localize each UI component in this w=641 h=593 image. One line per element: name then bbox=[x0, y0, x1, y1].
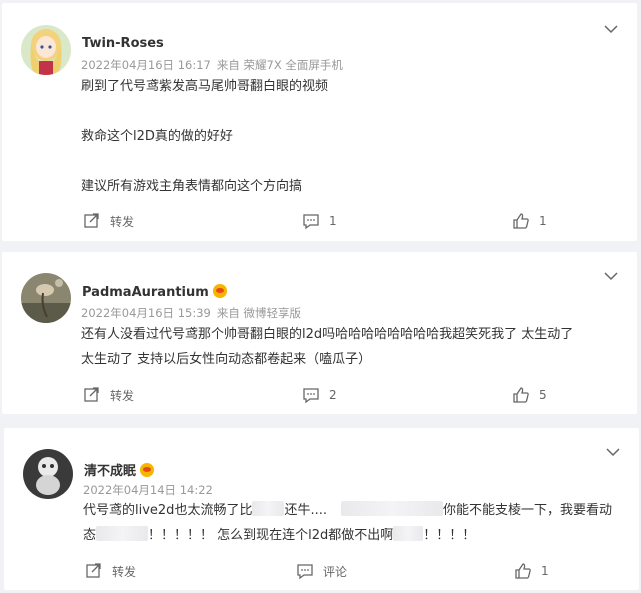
comment-line bbox=[81, 149, 328, 174]
comment-line bbox=[81, 99, 328, 124]
redacted-text bbox=[96, 526, 149, 541]
username[interactable]: 清不成眠 bbox=[84, 460, 155, 479]
comment-icon bbox=[303, 214, 319, 230]
comment-actions: 转发 1 1 bbox=[2, 212, 637, 232]
username-text: PadmaAurantium bbox=[82, 285, 209, 300]
comment-line: 救命这个l2D真的做的好好 bbox=[81, 129, 233, 144]
text-fragment: 你能不能支棱一下，我要看动 bbox=[442, 503, 612, 518]
comment-card: 清不成眠 2022年04月14日 14:22 代号鸢的live2d也太流畅了比 还… bbox=[4, 428, 639, 590]
like-count: 1 bbox=[541, 564, 549, 578]
comment-text: 刷到了代号鸢紫发高马尾帅哥翻白眼的视频 救命这个l2D真的做的好好 建议所有游戏… bbox=[81, 74, 328, 199]
text-fragment: 还牛.... bbox=[284, 503, 327, 518]
comment-meta: 2022年04月14日 14:22 bbox=[83, 482, 213, 498]
repost-label: 转发 bbox=[112, 564, 137, 579]
like-button[interactable]: 1 bbox=[514, 562, 549, 580]
avatar[interactable] bbox=[21, 273, 71, 323]
text-fragment: 代号鸢的live2d也太流畅了比 bbox=[83, 503, 253, 518]
redacted-text bbox=[340, 501, 443, 516]
repost-button[interactable]: 转发 bbox=[83, 386, 134, 404]
comment-actions: 转发 2 5 bbox=[2, 386, 637, 406]
comment-text: 还有人没看过代号鸢那个帅哥翻白眼的l2d吗哈哈哈哈哈哈哈哈我超笑死我了 太生动了… bbox=[81, 322, 573, 372]
comment-text: 代号鸢的live2d也太流畅了比 还牛.... 你能不能支棱一下，我要看动 态 ！！！… bbox=[83, 498, 612, 548]
comment-count: 2 bbox=[329, 388, 337, 402]
chevron-down-icon[interactable] bbox=[605, 444, 621, 460]
comment-meta: 2022年04月16日 16:17 来自 荣耀7X 全面屏手机 bbox=[81, 57, 343, 73]
comment-source: 来自 荣耀7X 全面屏手机 bbox=[216, 58, 343, 72]
like-count: 1 bbox=[539, 214, 547, 228]
like-button[interactable]: 1 bbox=[512, 212, 547, 230]
username[interactable]: Twin-Roses bbox=[82, 36, 164, 51]
like-count: 5 bbox=[539, 388, 547, 402]
comment-date: 2022年04月16日 15:39 bbox=[81, 306, 211, 320]
comment-icon bbox=[297, 564, 313, 580]
thumbs-up-icon bbox=[513, 387, 529, 403]
repost-icon bbox=[84, 387, 99, 402]
text-fragment: 态 bbox=[83, 528, 97, 543]
thumbs-up-icon bbox=[515, 563, 531, 579]
comment-line: 态 ！！！！！ 怎么到现在连个l2d都做不出啊 ！！！！ bbox=[83, 523, 612, 548]
verified-badge-icon bbox=[140, 463, 155, 477]
comment-actions: 转发 评论 1 bbox=[4, 562, 639, 582]
comment-date: 2022年04月14日 14:22 bbox=[83, 483, 213, 497]
thumbs-up-icon bbox=[513, 213, 529, 229]
repost-button[interactable]: 转发 bbox=[83, 212, 134, 230]
comment-button[interactable]: 1 bbox=[302, 212, 337, 230]
comment-date: 2022年04月16日 16:17 bbox=[81, 58, 211, 72]
repost-label: 转发 bbox=[110, 214, 135, 229]
repost-icon bbox=[84, 213, 99, 228]
comment-button[interactable]: 2 bbox=[302, 386, 337, 404]
redacted-text bbox=[393, 526, 424, 541]
username[interactable]: PadmaAurantium bbox=[82, 284, 227, 300]
repost-icon bbox=[86, 563, 101, 578]
verified-badge-icon bbox=[212, 284, 227, 298]
text-fragment: ！！！！！ 怎么到现在连个l2d都做不出啊 bbox=[148, 528, 394, 543]
like-button[interactable]: 5 bbox=[512, 386, 547, 404]
comment-line: 还有人没看过代号鸢那个帅哥翻白眼的l2d吗哈哈哈哈哈哈哈哈我超笑死我了 太生动了 bbox=[81, 327, 574, 342]
comment-card: Twin-Roses 2022年04月16日 16:17 来自 荣耀7X 全面屏手… bbox=[2, 3, 637, 241]
comment-label: 评论 bbox=[323, 564, 348, 579]
comment-source: 来自 微博轻享版 bbox=[216, 306, 301, 320]
comment-card: PadmaAurantium 2022年04月16日 15:39 来自 微博轻享版… bbox=[2, 252, 637, 414]
comment-line: 太生动了 支持以后女性向动态都卷起来（嗑瓜子） bbox=[81, 352, 372, 367]
comment-meta: 2022年04月16日 15:39 来自 微博轻享版 bbox=[81, 305, 301, 321]
comment-line: 代号鸢的live2d也太流畅了比 还牛.... 你能不能支棱一下，我要看动 bbox=[83, 498, 612, 523]
chevron-down-icon[interactable] bbox=[603, 268, 619, 284]
comment-count: 1 bbox=[329, 214, 337, 228]
avatar[interactable] bbox=[23, 449, 73, 499]
comment-icon bbox=[303, 388, 319, 404]
comment-line: 刷到了代号鸢紫发高马尾帅哥翻白眼的视频 bbox=[81, 79, 329, 94]
repost-button[interactable]: 转发 bbox=[85, 562, 136, 580]
text-fragment: ！！！！ bbox=[423, 528, 476, 543]
redacted-text bbox=[252, 501, 285, 516]
repost-label: 转发 bbox=[110, 388, 135, 403]
avatar[interactable] bbox=[21, 25, 71, 75]
username-text: 清不成眠 bbox=[84, 464, 137, 479]
comment-button[interactable]: 评论 bbox=[296, 562, 347, 580]
comment-line: 建议所有游戏主角表情都向这个方向搞 bbox=[81, 179, 303, 194]
chevron-down-icon[interactable] bbox=[603, 21, 619, 37]
